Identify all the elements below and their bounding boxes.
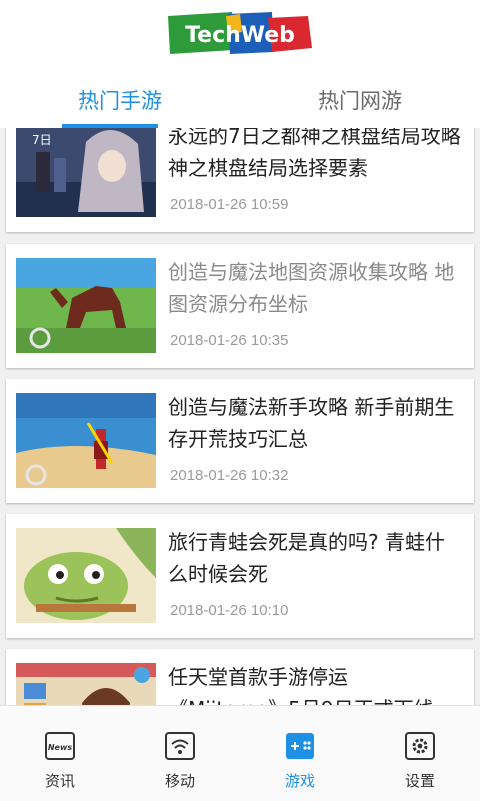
article-card[interactable]: 7日 永远的7日之都神之棋盘结局攻略 神之棋盘结局选择要素 2018-01-26…: [6, 128, 474, 232]
nav-label: 游戏: [284, 772, 315, 790]
svg-text:News: News: [48, 743, 73, 752]
wifi-icon: [165, 732, 195, 760]
article-thumbnail: [16, 663, 156, 705]
article-time: 2018-01-26 10:10: [170, 602, 289, 619]
article-thumbnail: [16, 393, 156, 488]
gear-icon: [405, 732, 435, 760]
techweb-logo: TechWeb: [168, 12, 312, 54]
article-title: 旅行青蛙会死是真的吗? 青蛙什么时候会死: [168, 530, 445, 586]
article-thumbnail: 7日: [16, 128, 156, 217]
article-time: 2018-01-26 10:35: [170, 332, 289, 349]
article-title: 永远的7日之都神之棋盘结局攻略 神之棋盘结局选择要素: [168, 128, 461, 180]
tab-hot-online-games[interactable]: 热门网游: [240, 72, 480, 128]
nav-games[interactable]: 游戏: [240, 706, 360, 801]
article-thumbnail: [16, 258, 156, 353]
article-list[interactable]: 7日 永远的7日之都神之棋盘结局攻略 神之棋盘结局选择要素 2018-01-26…: [0, 128, 480, 705]
article-card[interactable]: 任天堂首款手游停运 《Miitomo》5月9日正式下线: [6, 649, 474, 705]
tab-label: 热门手游: [78, 89, 162, 113]
app-header: TechWeb 热门手游 热门网游: [0, 0, 480, 128]
tab-hot-mobile-games[interactable]: 热门手游: [0, 72, 240, 128]
tab-label: 热门网游: [318, 89, 402, 113]
svg-text:7日: 7日: [32, 133, 52, 147]
article-time: 2018-01-26 10:59: [170, 196, 289, 213]
article-title: 创造与魔法新手攻略 新手前期生存开荒技巧汇总: [168, 395, 455, 451]
gamepad-icon: [286, 733, 314, 759]
nav-label: 资讯: [44, 772, 75, 790]
nav-mobile[interactable]: 移动: [120, 706, 240, 801]
article-title: 创造与魔法地图资源收集攻略 地图资源分布坐标: [168, 260, 455, 316]
news-icon: News: [45, 732, 75, 760]
nav-label: 移动: [164, 772, 195, 790]
nav-settings[interactable]: 设置: [360, 706, 480, 801]
bottom-navigation: News 资讯 移动 游戏 设置: [0, 705, 480, 801]
logo-text: TechWeb: [185, 23, 295, 48]
article-time: 2018-01-26 10:32: [170, 467, 289, 484]
article-title: 任天堂首款手游停运 《Miitomo》5月9日正式下线: [168, 665, 434, 705]
article-card[interactable]: 创造与魔法新手攻略 新手前期生存开荒技巧汇总 2018-01-26 10:32: [6, 379, 474, 503]
nav-news[interactable]: News 资讯: [0, 706, 120, 801]
article-card[interactable]: 创造与魔法地图资源收集攻略 地图资源分布坐标 2018-01-26 10:35: [6, 244, 474, 368]
article-thumbnail: [16, 528, 156, 623]
nav-label: 设置: [404, 772, 435, 790]
article-card[interactable]: 旅行青蛙会死是真的吗? 青蛙什么时候会死 2018-01-26 10:10: [6, 514, 474, 638]
category-tabs: 热门手游 热门网游: [0, 72, 480, 128]
